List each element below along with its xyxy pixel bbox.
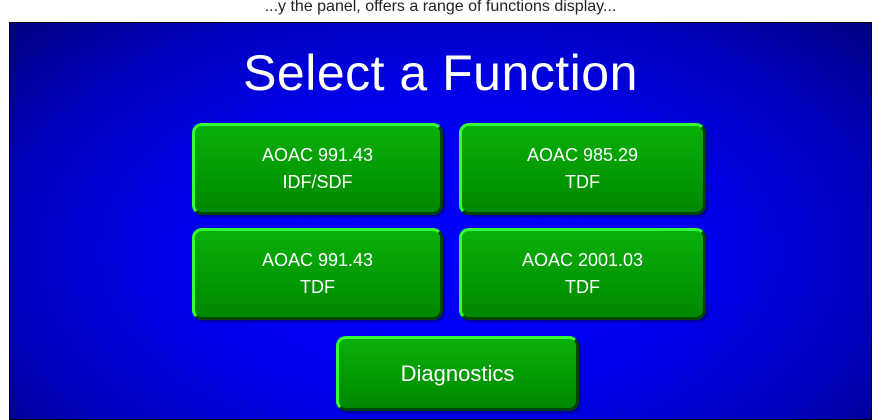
button-label-line1: AOAC 2001.03: [521, 250, 644, 270]
aoac-985-29-tdf-button[interactable]: AOAC 985.29 TDF: [459, 123, 706, 215]
aoac-2001-03-tdf-button[interactable]: AOAC 2001.03 TDF: [459, 228, 706, 320]
button-label-line2: TDF: [565, 172, 600, 192]
button-label: Diagnostics: [400, 361, 515, 386]
aoac-991-43-tdf-button[interactable]: AOAC 991.43 TDF: [192, 228, 443, 320]
button-label-line2: TDF: [300, 277, 335, 297]
diagnostics-button[interactable]: Diagnostics: [336, 336, 579, 411]
screen-title: Select a Function: [243, 45, 638, 101]
button-label-line2: TDF: [565, 277, 600, 297]
aoac-991-43-idf-sdf-button[interactable]: AOAC 991.43 IDF/SDF: [192, 123, 443, 215]
button-label-line1: AOAC 985.29: [526, 145, 639, 165]
touchscreen-panel: Select a Function AOAC 991.43 IDF/SDF AO…: [9, 22, 872, 420]
button-label-line1: AOAC 991.43: [261, 250, 374, 270]
button-label-line1: AOAC 991.43: [261, 145, 374, 165]
button-label-line2: IDF/SDF: [282, 172, 353, 192]
page-caption: ...y the panel, offers a range of functi…: [0, 0, 881, 22]
